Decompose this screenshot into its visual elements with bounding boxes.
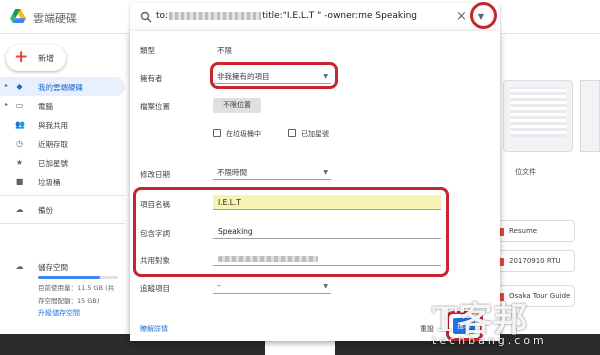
file-thumbnail[interactable]	[503, 80, 573, 152]
trash-icon: ■	[15, 177, 24, 186]
file-chip-label: Osaka Tour Guide	[509, 292, 571, 300]
cloud-icon: ☁	[15, 205, 24, 214]
chevron-down-icon: ▼	[323, 169, 328, 176]
chevron-down-icon: ▼	[323, 283, 328, 290]
file-thumbnail[interactable]	[580, 80, 600, 152]
starred-option[interactable]: 已加星號	[288, 129, 329, 139]
storage-panel: ☁ 儲存空間 目前使用量：11.5 GB (共 存空間配額：15 GB) 升級儲…	[15, 260, 120, 318]
sidebar-item-label: 備份	[38, 206, 53, 215]
highlight-box-fields	[133, 187, 449, 277]
new-button-label: 新增	[38, 54, 54, 63]
storage-used-text: 目前使用量：11.5 GB (共	[38, 284, 115, 292]
modified-select-value: 不限時間	[217, 168, 247, 177]
file-chip-label: 20170910 RTU	[509, 257, 561, 265]
starred-checkbox[interactable]	[288, 129, 296, 137]
file-chip[interactable]: 20170910 RTU	[490, 250, 575, 272]
search-query[interactable]: to: title:"I.E.L.T " -owner:me Speaking	[156, 11, 417, 21]
location-label: 檔案位置	[140, 102, 170, 111]
highlight-box-search	[446, 311, 483, 341]
location-button[interactable]: 不限位置	[213, 98, 261, 113]
learn-more-link[interactable]: 瞭解詳情	[140, 324, 168, 334]
file-chip-label: Resume	[509, 227, 538, 235]
sidebar-item-backups[interactable]: ☁ 備份	[0, 200, 125, 219]
sidebar-item-computers[interactable]: ▸ ▭ 電腦	[0, 96, 125, 115]
google-drive-logo	[10, 9, 26, 23]
sidebar-item-label: 電腦	[38, 102, 53, 111]
top-bar: 雲端硬碟 to: title:"I.E.L.T " -owner:me Speak…	[0, 0, 600, 34]
expand-arrow-icon[interactable]: ▸	[5, 82, 8, 89]
in-trash-option[interactable]: 在垃圾桶中	[213, 129, 261, 139]
app-title: 雲端硬碟	[33, 12, 77, 25]
file-chip[interactable]: Osaka Tour Guide	[490, 285, 575, 307]
highlight-circle-dropdown	[470, 2, 497, 29]
storage-quota-text: 存空間配額：15 GB)	[38, 297, 100, 305]
sidebar-item-label: 已加星號	[38, 159, 68, 168]
modified-select[interactable]: 不限時間 ▼	[213, 165, 331, 180]
divider	[0, 223, 125, 224]
people-icon: 👥	[15, 120, 25, 129]
followup-select[interactable]: – ▼	[213, 279, 331, 294]
expand-arrow-icon[interactable]: ▸	[5, 101, 8, 108]
starred-label: 已加星號	[301, 130, 329, 138]
storage-header[interactable]: ☁ 儲存空間	[15, 260, 120, 274]
query-suffix: title:"I.E.L.T " -owner:me Speaking	[262, 11, 418, 21]
in-trash-checkbox[interactable]	[213, 129, 221, 137]
divider	[0, 195, 125, 196]
followup-select-value: –	[217, 281, 221, 290]
sidebar-item-label: 與我共用	[38, 121, 68, 130]
upgrade-storage-link[interactable]: 升級儲存空間	[38, 308, 120, 318]
query-prefix: to:	[156, 11, 169, 21]
storage-label: 儲存空間	[38, 263, 68, 272]
sidebar-item-my-drive[interactable]: ▸ ◆ 我的雲端硬碟	[0, 77, 125, 96]
spreadsheet-preview	[510, 87, 566, 137]
plus-icon: +	[14, 47, 29, 67]
cloud-outline-icon: ☁	[15, 262, 24, 271]
drive-icon: ◆	[16, 82, 23, 91]
storage-bar-fill	[38, 276, 100, 279]
search-icon[interactable]	[140, 11, 152, 23]
storage-bar	[38, 276, 118, 279]
sidebar-item-label: 垃圾桶	[38, 178, 61, 187]
followup-label: 追蹤項目	[140, 284, 170, 293]
close-icon[interactable]: ×	[456, 9, 467, 24]
type-value[interactable]: 不限	[217, 45, 232, 56]
owner-label: 擁有者	[140, 74, 163, 83]
star-icon: ★	[15, 158, 24, 167]
sidebar-item-trash[interactable]: ■ 垃圾桶	[0, 172, 125, 191]
sidebar: + 新增 ▸ ◆ 我的雲端硬碟 ▸ ▭ 電腦 👥 與我共用 ◷ 近期存取 ★ 已…	[0, 35, 125, 355]
sidebar-item-starred[interactable]: ★ 已加星號	[0, 153, 125, 172]
sidebar-nav: ▸ ◆ 我的雲端硬碟 ▸ ▭ 電腦 👥 與我共用 ◷ 近期存取 ★ 已加星號 ■…	[0, 77, 125, 228]
highlight-box-owner	[210, 62, 338, 89]
advanced-search-dialog: 類型 不限 擁有者 非我擁有的項目 ▼ 檔案位置 不限位置 在垃圾桶中 已加星號…	[130, 31, 500, 341]
redacted-email	[169, 11, 262, 20]
clock-icon: ◷	[16, 139, 23, 148]
in-trash-label: 在垃圾桶中	[226, 130, 261, 138]
sidebar-item-label: 近期存取	[38, 140, 68, 149]
new-button[interactable]: + 新增	[6, 45, 66, 71]
sidebar-item-recent[interactable]: ◷ 近期存取	[0, 134, 125, 153]
sidebar-item-shared-with-me[interactable]: 👥 與我共用	[0, 115, 125, 134]
modified-label: 修改日期	[140, 170, 170, 179]
reset-button[interactable]: 重設	[420, 324, 434, 334]
sidebar-item-label: 我的雲端硬碟	[38, 83, 83, 92]
search-bar[interactable]: to: title:"I.E.L.T " -owner:me Speaking ×…	[130, 3, 500, 31]
file-name-label: 位文件	[515, 168, 536, 176]
type-label: 類型	[140, 46, 155, 55]
computer-icon: ▭	[15, 101, 24, 110]
file-chip[interactable]: Resume	[490, 220, 575, 242]
